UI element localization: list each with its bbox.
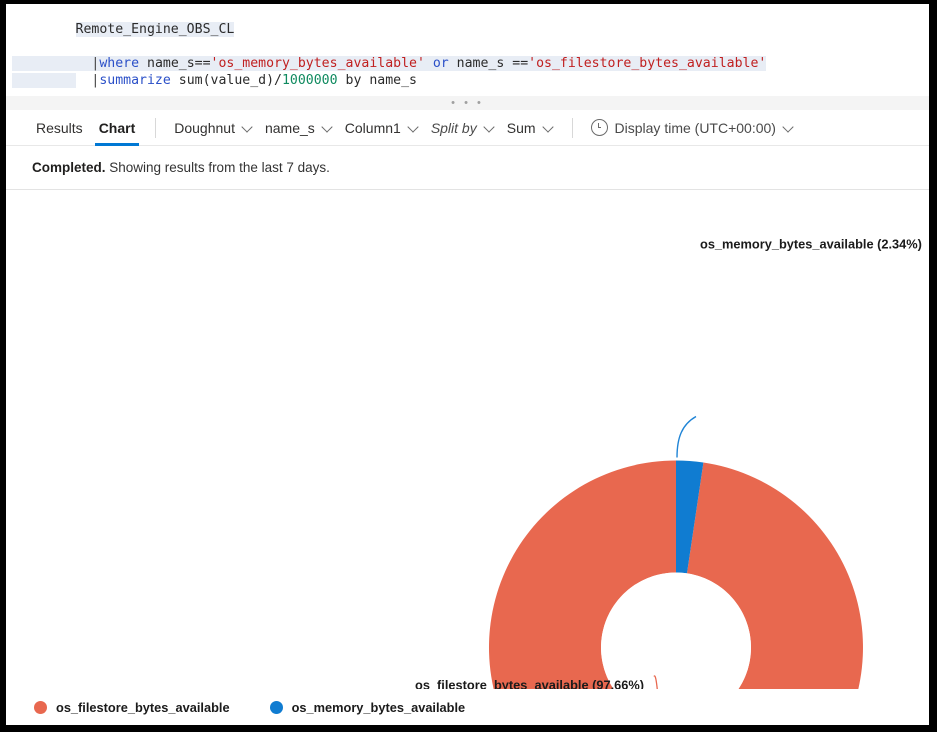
display-time-dropdown[interactable]: Display time (UTC+00:00)	[585, 113, 800, 143]
chart-toolbar: Results Chart Doughnut name_s Column1 Sp…	[6, 110, 929, 146]
slice-label-memory: os_memory_bytes_available (2.34%)	[700, 237, 922, 252]
legend-item-memory[interactable]: os_memory_bytes_available	[269, 699, 466, 715]
legend-label-memory: os_memory_bytes_available	[291, 699, 466, 715]
legend-color-dot-memory	[269, 700, 283, 714]
query-where-field-2: name_s ==	[456, 56, 529, 71]
splitter-handle-dots[interactable]: • • •	[451, 98, 484, 109]
doughnut-chart: os_memory_bytes_available (2.34%) os_fil…	[6, 191, 929, 689]
query-line-table[interactable]: Remote_Engine_OBS_CL	[6, 4, 929, 37]
clock-icon	[590, 119, 608, 136]
tab-results[interactable]: Results	[28, 110, 91, 146]
chevron-down-icon	[484, 122, 495, 133]
status-state: Completed.	[32, 160, 106, 175]
status-detail: Showing results from the last 7 days.	[105, 160, 330, 175]
query-summarize-by: by name_s	[337, 73, 417, 88]
split-by-dropdown[interactable]: Split by	[425, 113, 501, 143]
query-summarize-expr: sum(value_d)/	[170, 73, 282, 88]
results-status-bar: Completed. Showing results from the last…	[6, 146, 929, 190]
status-message: Completed. Showing results from the last…	[32, 160, 330, 175]
x-axis-dropdown[interactable]: name_s	[259, 113, 339, 143]
chart-type-label: Doughnut	[174, 119, 235, 136]
query-where-field-1: name_s==	[139, 56, 211, 71]
leader-line-memory	[676, 415, 697, 458]
app-window-content: Remote_Engine_OBS_CL |where name_s=='os_…	[6, 4, 929, 725]
query-editor[interactable]: Remote_Engine_OBS_CL |where name_s=='os_…	[6, 4, 929, 100]
legend-color-dot-filestore	[34, 700, 47, 714]
slice-label-filestore: os_filestore_bytes_available (97.66%)	[415, 678, 644, 690]
panel-splitter[interactable]: • • •	[6, 96, 929, 111]
query-table-name: Remote_Engine_OBS_CL	[75, 22, 235, 37]
chart-legend: os_filestore_bytes_available os_memory_b…	[6, 689, 929, 725]
app-window-frame: Remote_Engine_OBS_CL |where name_s=='os_…	[0, 0, 937, 732]
query-keyword-where: where	[99, 56, 140, 71]
toolbar-divider-2	[571, 117, 573, 138]
chart-type-dropdown[interactable]: Doughnut	[168, 113, 259, 143]
x-axis-label: name_s	[264, 119, 315, 136]
aggregation-label: Sum	[506, 119, 536, 136]
query-summarize-number: 1000000	[281, 73, 338, 88]
query-line-summarize[interactable]: |summarize sum(value_d)/1000000 by name_…	[6, 38, 929, 88]
tab-chart[interactable]: Chart	[91, 110, 144, 146]
query-where-string-2: 'os_filestore_bytes_available'	[528, 56, 767, 71]
split-by-label: Split by	[430, 119, 477, 136]
legend-label-filestore: os_filestore_bytes_available	[56, 699, 230, 715]
chevron-down-icon	[783, 122, 794, 133]
chevron-down-icon	[408, 122, 419, 133]
y-axis-label: Column1	[344, 119, 401, 136]
legend-item-filestore[interactable]: os_filestore_bytes_available	[34, 700, 230, 715]
chevron-down-icon	[543, 122, 554, 133]
toolbar-divider-1	[155, 117, 157, 138]
chevron-down-icon	[322, 122, 333, 133]
query-operator-or: or	[424, 56, 457, 71]
display-time-label: Display time (UTC+00:00)	[614, 119, 776, 136]
query-keyword-summarize: summarize	[99, 73, 171, 88]
query-where-string-1: 'os_memory_bytes_available'	[210, 56, 425, 71]
y-axis-dropdown[interactable]: Column1	[339, 113, 425, 143]
aggregation-dropdown[interactable]: Sum	[501, 113, 560, 143]
chevron-down-icon	[242, 122, 253, 133]
doughnut-chart-svg: os_memory_bytes_available (2.34%) os_fil…	[415, 237, 922, 690]
